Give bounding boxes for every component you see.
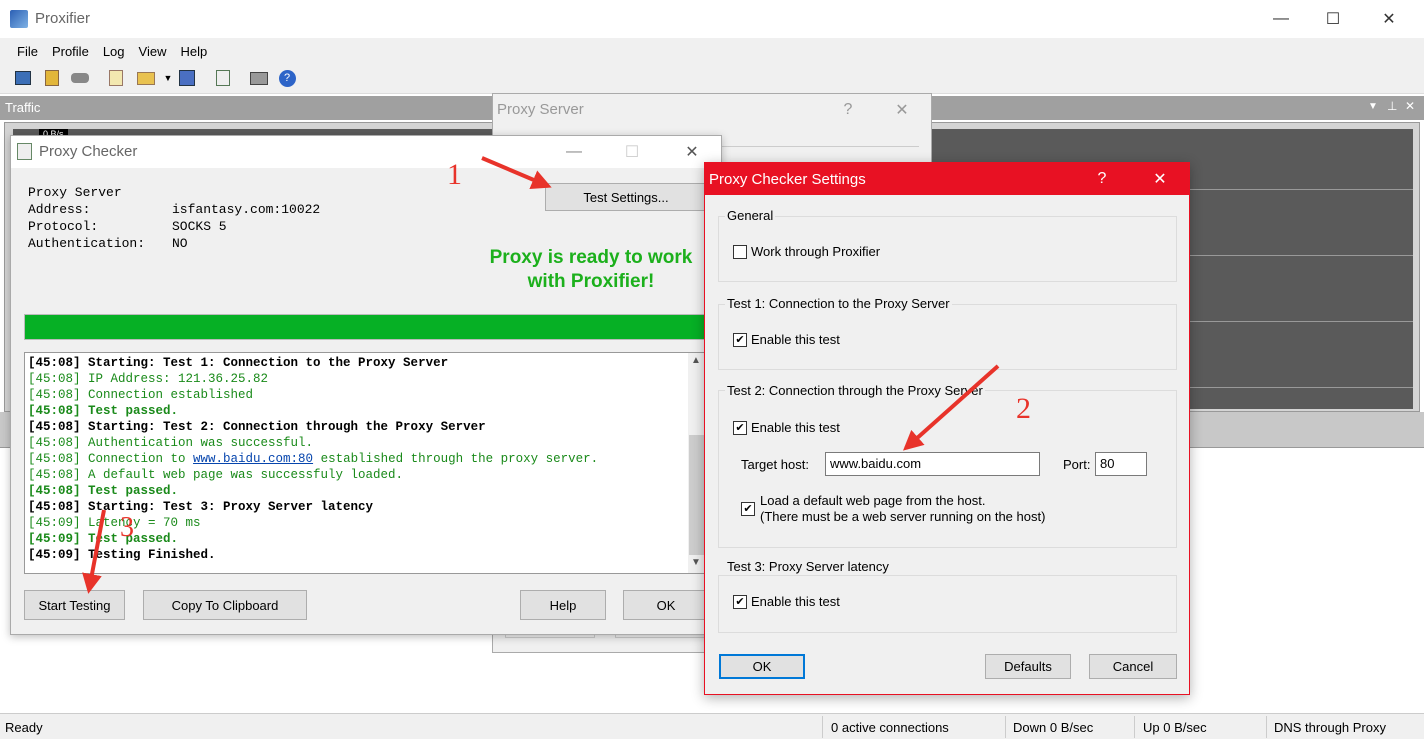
status-up: Up 0 B/sec (1143, 720, 1207, 735)
arrow-2 (903, 364, 1000, 451)
status-bar: Ready 0 active connections Down 0 B/sec … (0, 713, 1424, 739)
annotation-2: 2 (1016, 392, 1031, 425)
arrow-1 (481, 156, 552, 189)
annotation-1: 1 (447, 158, 462, 191)
status-dns: DNS through Proxy (1274, 720, 1386, 735)
status-down: Down 0 B/sec (1013, 720, 1094, 735)
annotation-arrows (82, 156, 1000, 594)
status-connections: 0 active connections (831, 720, 949, 735)
arrow-3 (82, 509, 106, 594)
annotation-3: 3 (120, 512, 134, 543)
status-ready: Ready (5, 720, 43, 735)
